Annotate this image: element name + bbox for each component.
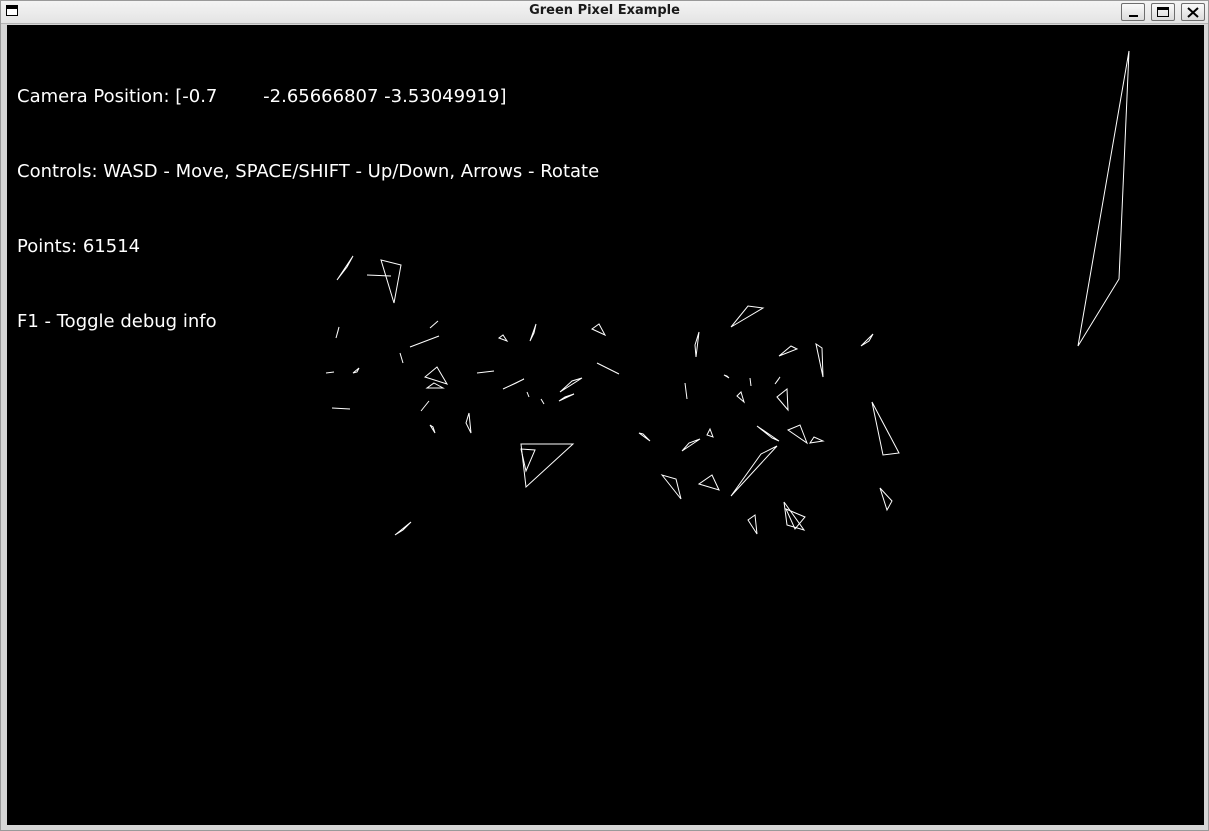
controls-help-text: Controls: WASD - Move, SPACE/SHIFT - Up/… bbox=[17, 161, 600, 182]
render-canvas[interactable]: Camera Position: [-0.7 -2.65666807 -3.53… bbox=[7, 25, 1204, 825]
points-count-text: Points: 61514 bbox=[17, 236, 141, 257]
app-window: Green Pixel Example Camera Position: [-0… bbox=[0, 0, 1209, 831]
maximize-button[interactable] bbox=[1151, 3, 1175, 21]
debug-overlay: Camera Position: [-0.7 -2.65666807 -3.53… bbox=[17, 34, 599, 384]
camera-position-text: Camera Position: [-0.7 -2.65666807 -3.53… bbox=[17, 86, 507, 107]
close-button[interactable] bbox=[1181, 3, 1205, 21]
debug-toggle-hint: F1 - Toggle debug info bbox=[17, 311, 217, 332]
minimize-button[interactable] bbox=[1121, 3, 1145, 21]
window-title: Green Pixel Example bbox=[529, 3, 680, 18]
close-icon bbox=[1187, 7, 1199, 18]
title-bar[interactable]: Green Pixel Example bbox=[1, 1, 1208, 24]
